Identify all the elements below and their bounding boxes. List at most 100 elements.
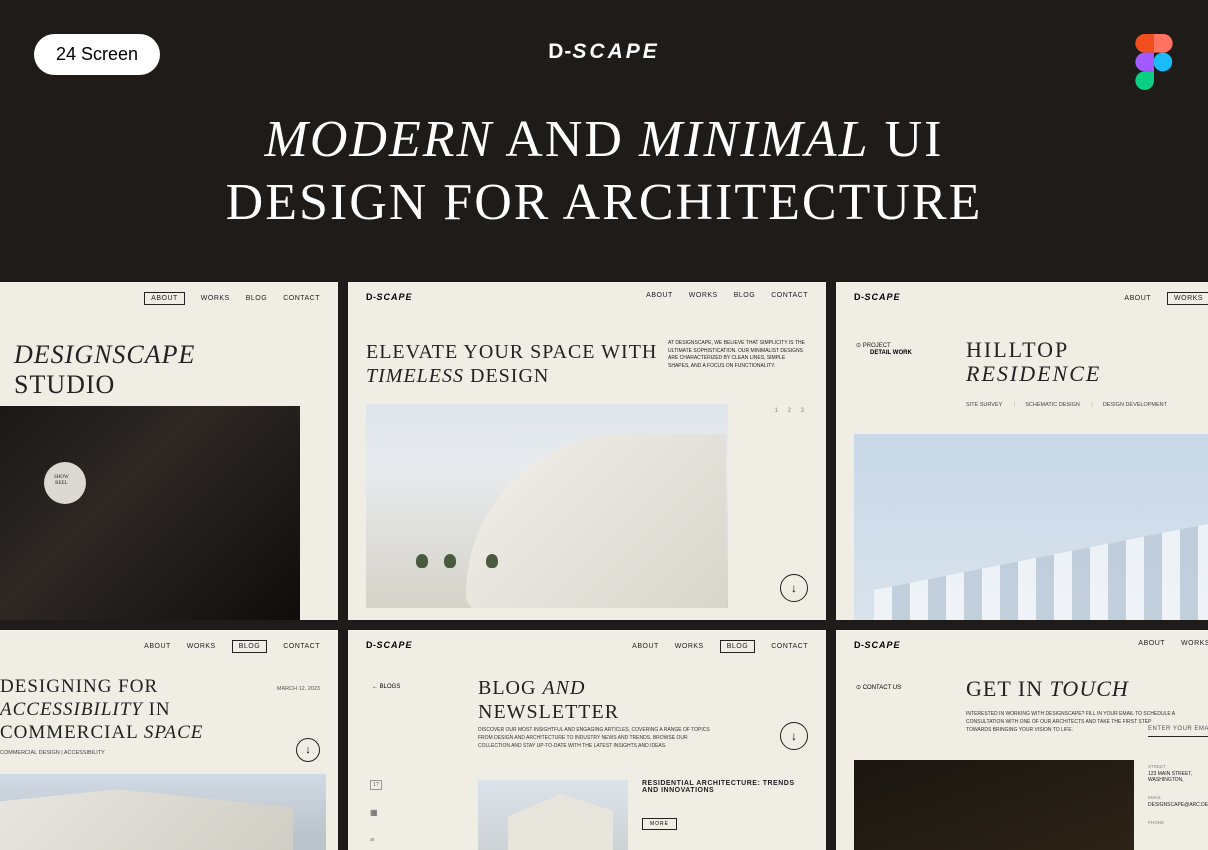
card-logo: D-SCAPE (854, 292, 901, 302)
hero-image (0, 406, 300, 620)
card-description: DISCOVER OUR MOST INSIGHTFUL AND ENGAGIN… (478, 726, 718, 750)
nav-contact[interactable]: CONTACT (283, 295, 320, 302)
card-title: ELEVATE YOUR SPACE WITH TIMELESS DESIGN (366, 340, 657, 388)
headline-w2: AND (493, 111, 639, 168)
headline-w1: MODERN (265, 111, 494, 168)
tree-icon (486, 554, 498, 568)
nav-blog[interactable]: BLOG (734, 292, 755, 299)
cards-grid: ABOUT WORKS BLOG CONTACT DESIGNSCAPE STU… (0, 282, 1208, 850)
scroll-down-button[interactable]: ↓ (296, 738, 320, 762)
nav: ABOUT WORKS (1138, 640, 1208, 647)
screen-home[interactable]: D-SCAPE ABOUT WORKS BLOG CONTACT ELEVATE… (348, 282, 826, 620)
nav-about[interactable]: ABOUT (646, 292, 673, 299)
calendar-icon[interactable]: 17 (370, 780, 382, 790)
card-logo: D-SCAPE (366, 640, 413, 650)
tag: SITE SURVEY (966, 402, 1015, 408)
contact-details: STREET 123 MAIN STREET, WASHINGTON, EMAI… (1148, 764, 1208, 825)
tree-icon (416, 554, 428, 568)
title-l1: HILLTOP (966, 337, 1069, 362)
screen-about[interactable]: ABOUT WORKS BLOG CONTACT DESIGNSCAPE STU… (0, 282, 338, 620)
title-l2: RESIDENCE (966, 361, 1101, 386)
title-l1: DESIGNSCAPE (14, 340, 195, 369)
grid-icon[interactable]: ▦ (370, 808, 382, 817)
field-label: EMAIL (1148, 795, 1208, 800)
field-label: STREET (1148, 764, 1208, 769)
email-input[interactable]: ENTER YOUR EMAIL (1148, 726, 1208, 737)
nav: ABOUT WORKS BLOG CONTACT (646, 292, 808, 299)
tb: TOUCH (1050, 676, 1129, 701)
breadcrumb[interactable]: ← BLOGS (372, 684, 400, 690)
title-l2b: DESIGN (464, 365, 549, 387)
headline-line2: DESIGN FOR ARCHITECTURE (226, 174, 983, 231)
post-title[interactable]: RESIDENTIAL ARCHITECTURE: TRENDS AND INN… (642, 780, 802, 794)
field-value: 123 MAIN STREET, WASHINGTON, (1148, 771, 1208, 783)
nav-contact[interactable]: CONTACT (771, 292, 808, 299)
card-title: BLOG AND NEWSLETTER (478, 676, 619, 724)
title-l2a: TIMELESS (366, 365, 464, 387)
slide-pager[interactable]: 1 2 3 (775, 408, 808, 414)
nav-works[interactable]: WORKS (675, 643, 704, 650)
nav-works[interactable]: WORKS (689, 292, 718, 299)
t1b: AND (542, 677, 585, 699)
t3b: SPACE (144, 722, 204, 743)
tag: DESIGN DEVELOPMENT (1103, 402, 1177, 408)
brand-suffix: SCAPE (572, 40, 659, 63)
nav-blog[interactable]: BLOG (232, 640, 267, 653)
tags-row: SITE SURVEY SCHEMATIC DESIGN DESIGN DEVE… (966, 402, 1177, 408)
screen-blog-post[interactable]: ABOUT WORKS BLOG CONTACT DESIGNING FOR A… (0, 630, 338, 850)
card-title: GET IN TOUCH (966, 676, 1129, 702)
field-value: DESIGNSCAPE@ARC.DESI (1148, 802, 1208, 808)
screen-contact[interactable]: D-SCAPE ABOUT WORKS ⊙ CONTACT US GET IN … (836, 630, 1208, 850)
title-l2: STUDIO (14, 370, 115, 399)
eyebrow-label: DETAIL WORK (870, 350, 912, 356)
brand-logo: D-SCAPE (548, 40, 660, 64)
eyebrow: ⊙ PROJECT (856, 342, 891, 349)
t2a: ACCESSIBILITY (0, 699, 143, 720)
t2: NEWSLETTER (478, 701, 619, 723)
hero-image (854, 434, 1208, 620)
ta: GET IN (966, 676, 1050, 701)
nav-contact[interactable]: CONTACT (771, 643, 808, 650)
card-title: DESIGNING FOR ACCESSIBILITY IN COMMERCIA… (0, 676, 203, 744)
t3a: COMMERCIAL (0, 722, 144, 743)
tag: SCHEMATIC DESIGN (1025, 402, 1093, 408)
card-description: INTERESTED IN WORKING WITH DESIGNSCAPE? … (966, 710, 1176, 734)
nav: ABOUT WORKS BLOG CONTACT (144, 292, 320, 305)
t2b: IN (143, 699, 171, 720)
showreel-button[interactable]: SHOW REEL (54, 475, 69, 487)
nav-about[interactable]: ABOUT (1138, 640, 1165, 647)
more-button[interactable]: MORE (642, 818, 677, 830)
tree-icon (444, 554, 456, 568)
nav-contact[interactable]: CONTACT (283, 643, 320, 650)
arrow-down-icon: ↓ (791, 729, 797, 744)
headline: MODERN AND MINIMAL UI DESIGN FOR ARCHITE… (0, 108, 1208, 235)
card-description: AT DESIGNSCAPE, WE BELIEVE THAT SIMPLICI… (668, 340, 808, 370)
nav-blog[interactable]: BLOG (246, 295, 267, 302)
nav-works[interactable]: WORKS (187, 643, 216, 650)
field-phone: PHONE (1148, 820, 1208, 825)
nav-works[interactable]: WORKS (201, 295, 230, 302)
field-email: EMAIL DESIGNSCAPE@ARC.DESI (1148, 795, 1208, 808)
card-logo: D-SCAPE (366, 292, 413, 302)
nav-about[interactable]: ABOUT (144, 643, 171, 650)
filter-sidebar: 17 ▦ ≡ (370, 780, 382, 844)
scroll-down-button[interactable]: ↓ (780, 574, 808, 602)
screen-blog-index[interactable]: D-SCAPE ABOUT WORKS BLOG CONTACT ← BLOGS… (348, 630, 826, 850)
screen-count-badge: 24 Screen (34, 34, 160, 75)
nav-about[interactable]: ABOUT (1124, 295, 1151, 302)
nav-works[interactable]: WORKS (1167, 292, 1208, 305)
card-title: DESIGNSCAPE STUDIO (14, 340, 195, 400)
nav-about[interactable]: ABOUT (632, 643, 659, 650)
screen-project-detail[interactable]: D-SCAPE ABOUT WORKS ⊙ PROJECT DETAIL WOR… (836, 282, 1208, 620)
field-street: STREET 123 MAIN STREET, WASHINGTON, (1148, 764, 1208, 783)
scroll-down-button[interactable]: ↓ (780, 722, 808, 750)
title-l1: ELEVATE YOUR SPACE WITH (366, 341, 657, 363)
card-title: HILLTOP RESIDENCE (966, 338, 1101, 386)
nav-works[interactable]: WORKS (1181, 640, 1208, 647)
nav-about[interactable]: ABOUT (144, 292, 185, 305)
nav: ABOUT WORKS (1124, 292, 1208, 305)
nav: ABOUT WORKS BLOG CONTACT (632, 640, 808, 653)
hero-image (366, 404, 728, 608)
nav-blog[interactable]: BLOG (720, 640, 755, 653)
hero-image (0, 774, 326, 850)
